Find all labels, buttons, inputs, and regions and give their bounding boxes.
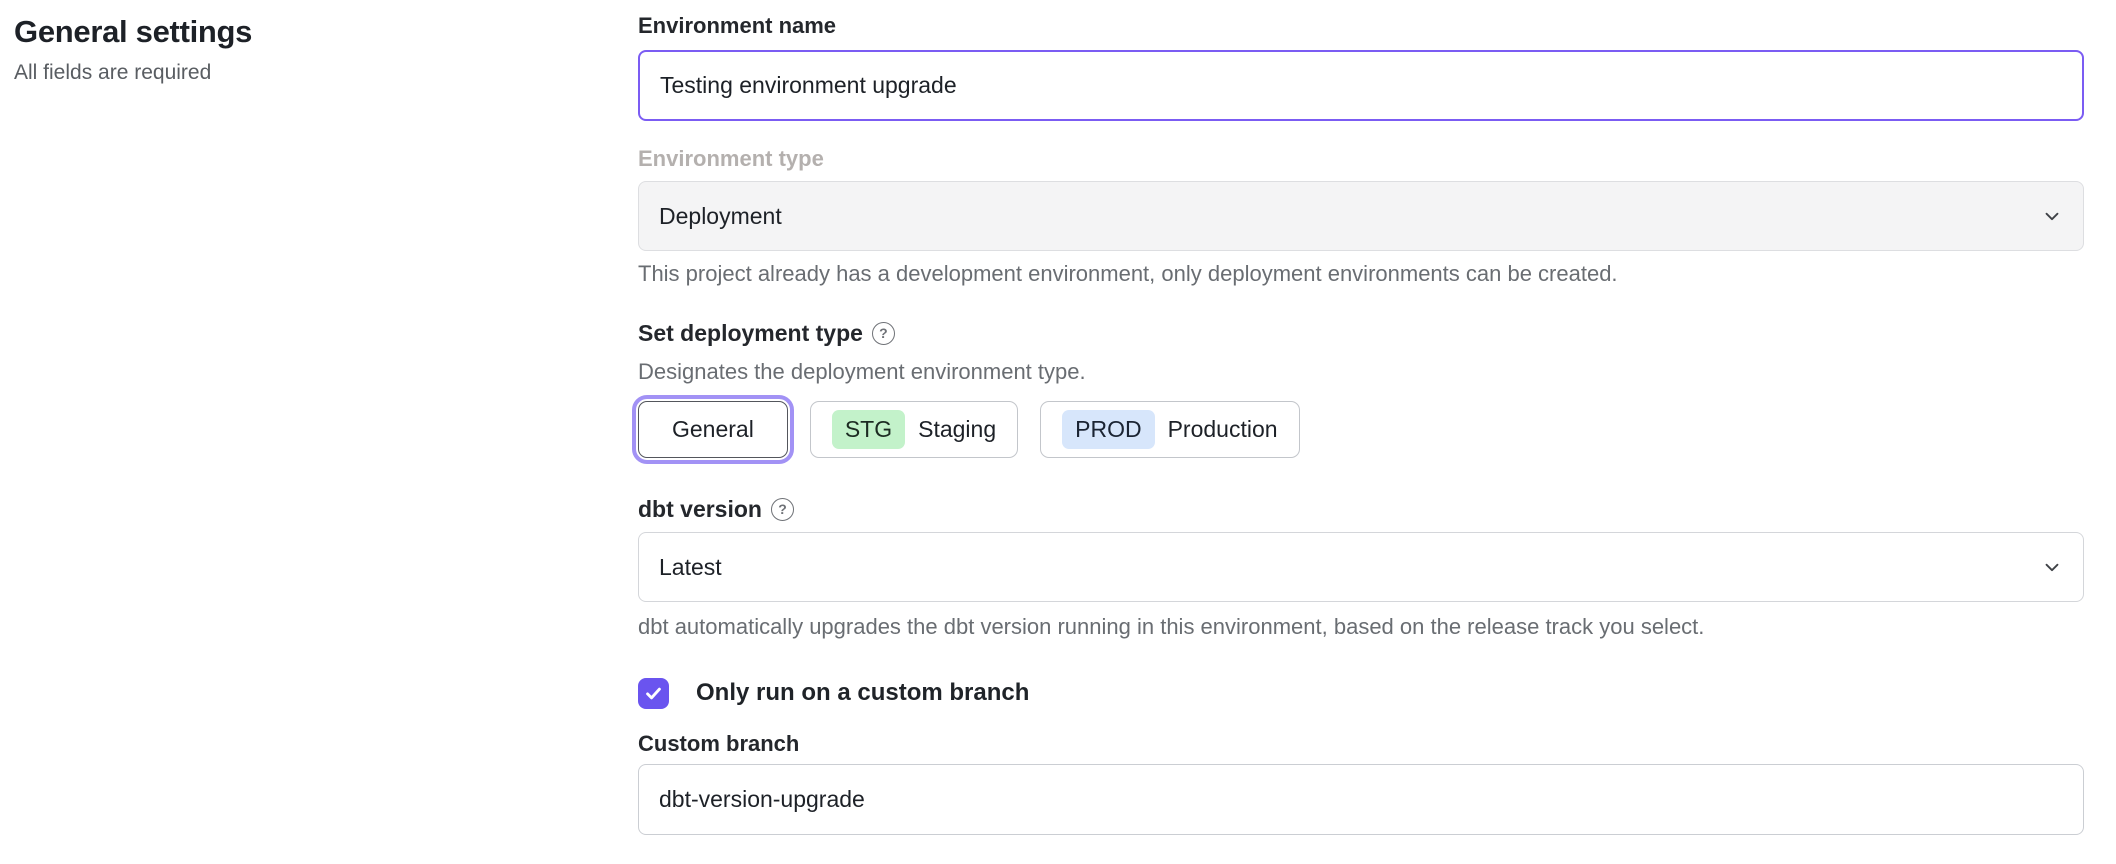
dbt-version-value: Latest: [659, 554, 722, 581]
deployment-option-general-label: General: [672, 416, 754, 443]
environment-type-value: Deployment: [659, 203, 782, 230]
deployment-type-label-row: Set deployment type ?: [638, 319, 2084, 347]
environment-type-group: Environment type Deployment This project…: [638, 145, 2084, 287]
custom-branch-label: Custom branch: [638, 730, 2084, 758]
deployment-option-staging[interactable]: STG Staging: [810, 401, 1018, 458]
environment-type-select[interactable]: Deployment: [638, 181, 2084, 251]
deployment-option-staging-label: Staging: [918, 416, 996, 443]
custom-branch-checkbox-row[interactable]: Only run on a custom branch: [638, 677, 2084, 709]
environment-name-group: Environment name: [638, 12, 2084, 121]
deployment-type-label: Set deployment type: [638, 319, 863, 347]
custom-branch-input[interactable]: [638, 764, 2084, 835]
page-subtitle: All fields are required: [14, 61, 252, 85]
settings-header: General settings All fields are required: [14, 14, 252, 85]
page-title: General settings: [14, 14, 252, 50]
environment-type-label: Environment type: [638, 145, 2084, 173]
environment-type-helper: This project already has a development e…: [638, 261, 2084, 287]
deployment-type-description: Designates the deployment environment ty…: [638, 359, 2084, 385]
chevron-down-icon: [2041, 556, 2063, 578]
dbt-version-helper: dbt automatically upgrades the dbt versi…: [638, 614, 2084, 640]
staging-badge: STG: [832, 410, 905, 449]
deployment-type-group: Set deployment type ? Designates the dep…: [638, 319, 2084, 459]
deployment-option-production-label: Production: [1168, 416, 1278, 443]
custom-branch-checkbox-label: Only run on a custom branch: [696, 679, 1029, 707]
deployment-option-production[interactable]: PROD Production: [1040, 401, 1299, 458]
dbt-version-group: dbt version ? Latest dbt automatically u…: [638, 495, 2084, 640]
checkmark-icon: [644, 684, 663, 703]
dbt-version-label-row: dbt version ?: [638, 495, 2084, 523]
dbt-version-select[interactable]: Latest: [638, 532, 2084, 602]
production-badge: PROD: [1062, 410, 1154, 449]
dbt-version-label: dbt version: [638, 495, 762, 523]
deployment-option-general[interactable]: General: [638, 401, 788, 458]
help-question-icon[interactable]: ?: [872, 322, 895, 345]
environment-name-label: Environment name: [638, 12, 2084, 40]
deployment-type-options: General STG Staging PROD Production: [638, 399, 2084, 459]
help-question-icon[interactable]: ?: [771, 498, 794, 521]
environment-name-input[interactable]: [638, 50, 2084, 121]
environment-settings-form: Environment name Environment type Deploy…: [638, 12, 2084, 835]
chevron-down-icon: [2041, 205, 2063, 227]
custom-branch-checkbox[interactable]: [638, 678, 669, 709]
custom-branch-group: Custom branch: [638, 730, 2084, 835]
